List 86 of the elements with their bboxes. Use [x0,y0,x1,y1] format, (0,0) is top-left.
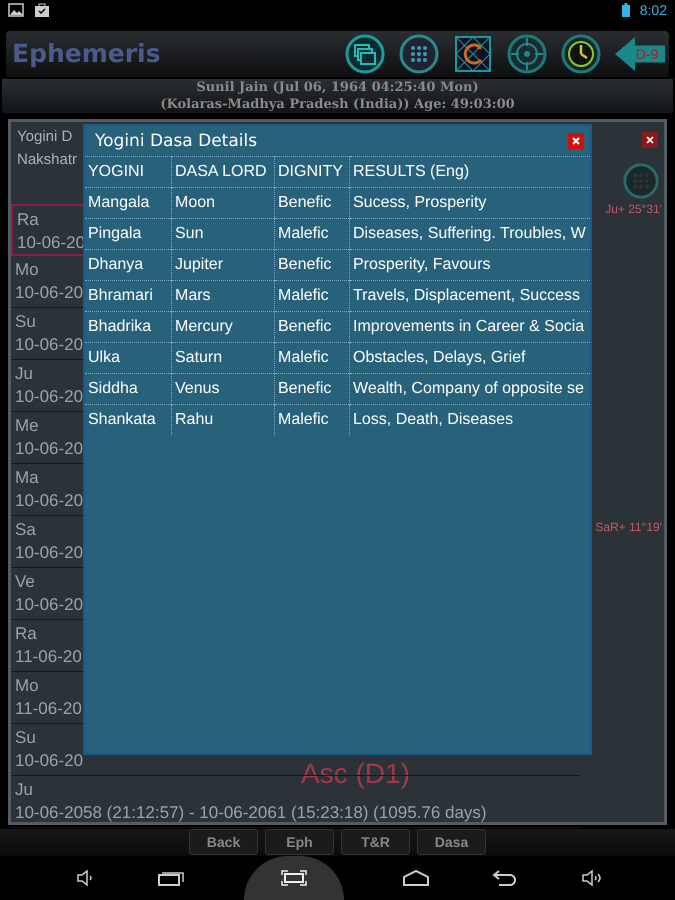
close-icon[interactable] [568,133,584,149]
dasa-period: 10-06-2058 (21:12:57) - 10-06-2061 (15:23:18) (1095.76 days) [15,802,487,824]
table-cell: Benefic [274,374,350,404]
dasa-period: 10-06-20 [15,386,84,408]
dasa-lord: Me [15,414,39,437]
table-cell: Mangala [85,188,172,218]
chart-rotate-icon[interactable] [453,34,493,74]
dasa-lord: Su [15,726,36,749]
clock-icon[interactable] [561,34,601,74]
table-cell: Prosperity, Favours [350,250,590,280]
dasa-lord: Ra [17,208,39,231]
table-cell: Travels, Displacement, Success [350,280,590,312]
table-cell: Siddha [85,374,172,404]
table-cell: Pingala [85,218,172,250]
table-cell: Venus [172,374,274,404]
table-cell: Bhadrika [85,312,172,342]
table-cell: Dhanya [85,250,172,280]
dasa-period: 10-06-20 [15,594,84,616]
grid-icon[interactable] [399,34,439,74]
table-cell: Benefic [274,188,350,218]
battery-icon [622,2,630,17]
panel-title: Yogini D [17,128,72,145]
dasa-lord: Sa [15,518,36,541]
planet-label: SaR+ 11°19' [595,520,662,534]
dasa-period: 10-06-20 [15,542,84,564]
table-cell: Saturn [172,342,274,374]
dialog-title: Yogini Dasa Details [95,131,258,151]
table-cell: Malefic [274,342,350,374]
dasa-lord: Mo [15,674,39,697]
column-header: RESULTS (Eng) [350,156,590,188]
dasa-lord: Ra [15,622,37,645]
dasa-lord: Ju [15,778,33,801]
dasa-period: 10-06-20 [17,232,86,254]
nav-button[interactable]: T&R [341,829,410,856]
table-cell: Wealth, Company of opposite se [350,374,590,404]
table-cell: Mercury [172,312,274,342]
table-cell: Benefic [274,250,350,280]
table-cell: Diseases, Suffering. Troubles, W [350,218,590,250]
table-cell: Malefic [274,218,350,250]
table-cell: Benefic [274,312,350,342]
dasa-lord: Mo [15,258,39,281]
nav-button[interactable]: Dasa [417,829,486,856]
planet-label: Ju+ 25°31' [605,202,662,216]
table-cell: Bhramari [85,280,172,312]
table-cell: Moon [172,188,274,218]
table-cell: Sun [172,218,274,250]
dasa-lord: Ma [15,466,39,489]
table-cell: Shankata [85,404,172,435]
nav-button[interactable]: Back [189,829,258,856]
table-cell: Improvements in Career & Socia [350,312,590,342]
nav-button[interactable]: Eph [265,829,334,856]
bag-check-icon [34,2,50,17]
column-header: YOGINI [85,156,172,188]
panel-subtitle: Nakshatr [17,150,78,168]
table-cell: Sucess, Prosperity [350,188,590,218]
subject-name: Sunil Jain (Jul 06, 1964 04:25:40 Mon) [196,78,479,96]
table-cell: Malefic [274,404,350,435]
subject-place: (Kolaras-Madhya Pradesh (India)) Age: 49:03:00 [160,96,515,113]
dasa-period: 11-06-20 [15,646,82,668]
image-icon [8,2,24,17]
dasa-period: 10-06-20 [15,334,84,356]
panel-close-icon[interactable] [642,132,658,148]
table-cell: Rahu [172,404,274,435]
column-header: DIGNITY [274,156,350,188]
table-cell: Loss, Death, Diseases [350,404,590,435]
app-title: Ephemeris [12,39,161,68]
table-cell: Jupiter [172,250,274,280]
dasa-period: 11-06-20 [15,698,82,720]
home-icon[interactable] [401,868,432,888]
dasa-lord: Ve [15,570,35,593]
dasa-period: 10-06-20 [15,750,84,772]
table-cell: Obstacles, Delays, Grief [350,342,590,374]
dasa-lord: Su [15,310,36,333]
target-icon[interactable] [507,34,547,74]
column-header: DASA LORD [172,156,274,188]
dasa-period: 10-06-20 [15,490,84,512]
layers-icon[interactable] [345,34,385,74]
grid-icon[interactable] [622,162,660,200]
dasa-period: 10-06-20 [15,282,84,304]
table-cell: Malefic [274,280,350,312]
table-cell: Mars [172,280,274,312]
dasa-lord: Ju [15,362,33,385]
clock-time: 8:02 [640,2,667,18]
dasa-period: 10-06-20 [15,438,84,460]
screenshot-icon[interactable] [278,868,309,888]
table-cell: Ulka [85,342,172,374]
